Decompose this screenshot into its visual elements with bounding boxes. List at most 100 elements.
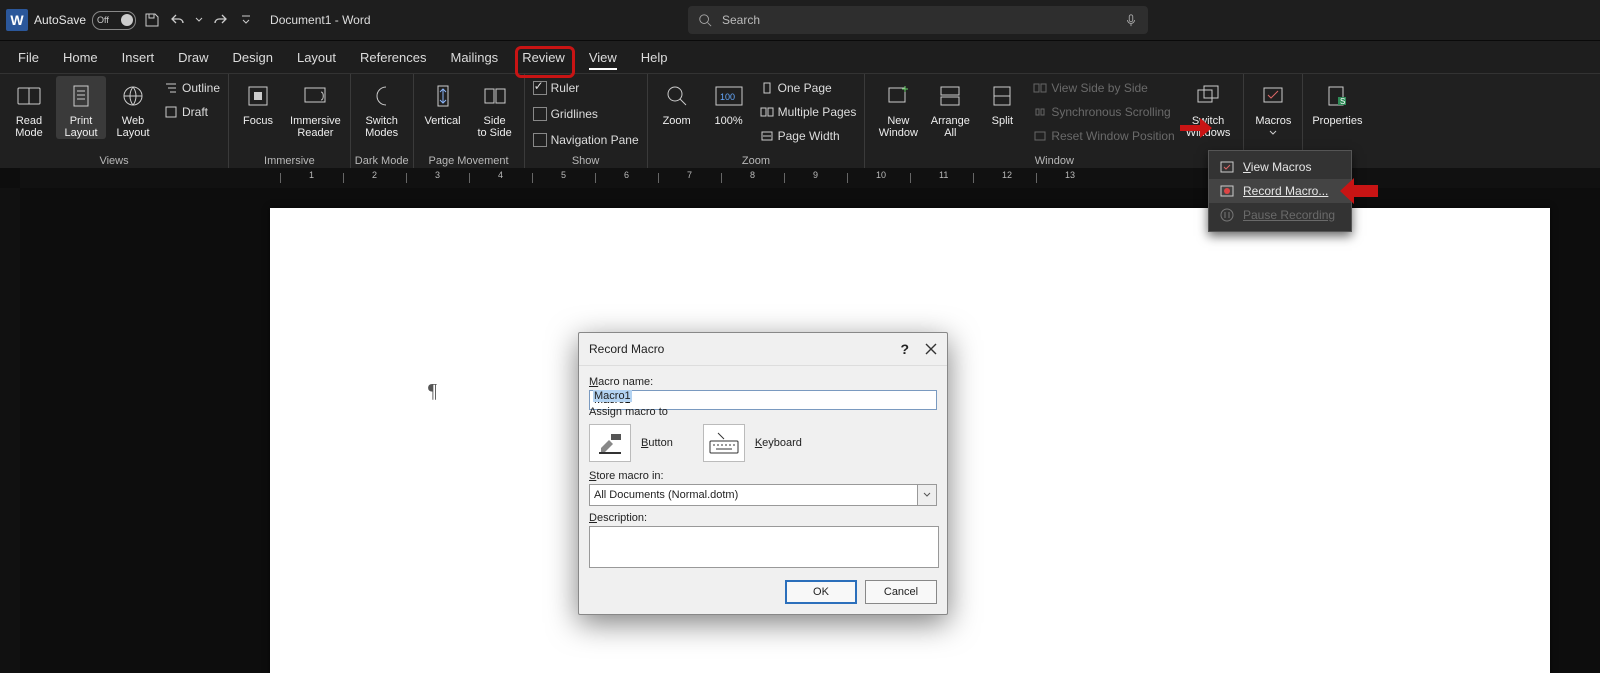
tab-design[interactable]: Design	[221, 45, 285, 70]
tab-file[interactable]: File	[6, 45, 51, 70]
tab-home[interactable]: Home	[51, 45, 110, 70]
immersive-reader-label: ImmersiveReader	[290, 115, 341, 139]
undo-dropdown-icon[interactable]	[194, 10, 204, 30]
chevron-down-icon[interactable]	[917, 484, 937, 506]
store-macro-value: All Documents (Normal.dotm)	[589, 484, 917, 506]
tab-help[interactable]: Help	[629, 45, 680, 70]
read-mode-label: ReadMode	[15, 115, 43, 139]
properties-button[interactable]: S Properties	[1307, 76, 1367, 127]
document-title: Document1 - Word	[270, 13, 370, 27]
record-macro-label: Record Macro...	[1243, 184, 1328, 198]
dialog-help-button[interactable]: ?	[900, 341, 909, 357]
dialog-title: Record Macro	[589, 342, 664, 356]
sync-scrolling-label: Synchronous Scrolling	[1051, 105, 1170, 119]
tab-mailings[interactable]: Mailings	[439, 45, 511, 70]
print-layout-label: PrintLayout	[64, 115, 97, 139]
macros-button[interactable]: Macros	[1248, 76, 1298, 139]
assign-button-option[interactable]: Button	[589, 424, 673, 462]
side-to-side-button[interactable]: Sideto Side	[470, 76, 520, 139]
hammer-icon	[589, 424, 631, 462]
pause-recording-item: Pause Recording	[1209, 203, 1351, 227]
zoom-button[interactable]: Zoom	[652, 76, 702, 127]
immersive-reader-button[interactable]: ImmersiveReader	[285, 76, 346, 139]
autosave-state: Off	[97, 15, 109, 25]
tab-insert[interactable]: Insert	[110, 45, 167, 70]
cancel-button[interactable]: Cancel	[865, 580, 937, 604]
web-layout-button[interactable]: WebLayout	[108, 76, 158, 139]
description-label: Description:	[589, 512, 937, 524]
gridlines-checkbox[interactable]: Gridlines	[529, 102, 602, 126]
paragraph-mark-icon: ¶	[428, 380, 437, 403]
store-macro-select[interactable]: All Documents (Normal.dotm)	[589, 484, 937, 506]
side-to-side-label: Sideto Side	[477, 115, 511, 139]
search-icon	[698, 13, 712, 27]
description-input[interactable]	[589, 526, 939, 568]
annotation-arrow-macros	[1178, 108, 1212, 142]
split-label: Split	[992, 115, 1013, 127]
qat-dropdown-icon[interactable]	[236, 10, 256, 30]
multiple-pages-label: Multiple Pages	[778, 105, 857, 119]
redo-icon[interactable]	[210, 10, 230, 30]
svg-text:100: 100	[720, 92, 735, 102]
zoom-100-label: 100%	[715, 115, 743, 127]
switch-modes-button[interactable]: SwitchModes	[357, 76, 407, 139]
print-layout-button[interactable]: PrintLayout	[56, 76, 106, 139]
vertical-button[interactable]: Vertical	[418, 76, 468, 127]
properties-label: Properties	[1312, 115, 1362, 127]
read-mode-button[interactable]: ReadMode	[4, 76, 54, 139]
one-page-button[interactable]: One Page	[756, 76, 861, 100]
highlight-view-tab	[515, 46, 575, 78]
dialog-close-button[interactable]	[925, 343, 937, 355]
switch-modes-label: SwitchModes	[365, 115, 398, 139]
view-macros-item[interactable]: View Macros	[1209, 155, 1351, 179]
outline-button[interactable]: Outline	[160, 76, 224, 100]
tab-references[interactable]: References	[348, 45, 438, 70]
split-button[interactable]: Split	[977, 76, 1027, 127]
save-icon[interactable]	[142, 10, 162, 30]
web-layout-label: WebLayout	[116, 115, 149, 139]
search-placeholder: Search	[722, 13, 760, 27]
ruler-checkbox[interactable]: Ruler	[529, 76, 584, 100]
focus-label: Focus	[243, 115, 273, 127]
new-window-button[interactable]: NewWindow	[873, 76, 923, 139]
draft-label: Draft	[182, 105, 208, 119]
sync-scrolling-button: Synchronous Scrolling	[1029, 100, 1178, 124]
word-app-icon: W	[6, 9, 28, 31]
search-input[interactable]: Search	[688, 6, 1148, 34]
assign-keyboard-label: K	[755, 437, 762, 449]
undo-icon[interactable]	[168, 10, 188, 30]
store-macro-label: Store macro in:	[589, 470, 937, 482]
tab-view[interactable]: View	[577, 45, 629, 70]
tab-layout[interactable]: Layout	[285, 45, 348, 70]
autosave-label: AutoSave	[34, 13, 86, 27]
macros-dropdown: View Macros Record Macro... Pause Record…	[1208, 150, 1352, 232]
focus-button[interactable]: Focus	[233, 76, 283, 127]
tab-draw[interactable]: Draw	[166, 45, 220, 70]
vertical-ruler[interactable]	[0, 188, 20, 673]
gridlines-label: Gridlines	[551, 107, 598, 121]
record-macro-dialog: Record Macro ? Macro name: Macro1 Assign…	[578, 332, 948, 615]
arrange-all-button[interactable]: ArrangeAll	[925, 76, 975, 139]
zoom-100-button[interactable]: 100 100%	[704, 76, 754, 127]
outline-label: Outline	[182, 81, 220, 95]
multiple-pages-button[interactable]: Multiple Pages	[756, 100, 861, 124]
draft-button[interactable]: Draft	[160, 100, 224, 124]
ok-button[interactable]: OK	[785, 580, 857, 604]
view-side-by-side-button: View Side by Side	[1029, 76, 1178, 100]
assign-button-label: B	[641, 437, 648, 449]
pause-recording-icon	[1219, 207, 1235, 223]
autosave-toggle[interactable]: Off	[92, 11, 136, 30]
assign-keyboard-option[interactable]: Keyboard	[703, 424, 802, 462]
mic-icon[interactable]	[1124, 13, 1138, 27]
view-macros-label: iew Macros	[1251, 160, 1312, 174]
new-window-label: NewWindow	[879, 115, 918, 139]
reset-window-label: Reset Window Position	[1051, 129, 1174, 143]
record-macro-item[interactable]: Record Macro...	[1209, 179, 1351, 203]
view-macros-icon	[1219, 159, 1235, 175]
page-width-button[interactable]: Page Width	[756, 124, 861, 148]
tab-view-label: View	[589, 50, 617, 70]
macros-label: Macros	[1255, 115, 1291, 127]
zoom-label: Zoom	[663, 115, 691, 127]
navpane-label: Navigation Pane	[551, 133, 639, 147]
navpane-checkbox[interactable]: Navigation Pane	[529, 128, 643, 152]
